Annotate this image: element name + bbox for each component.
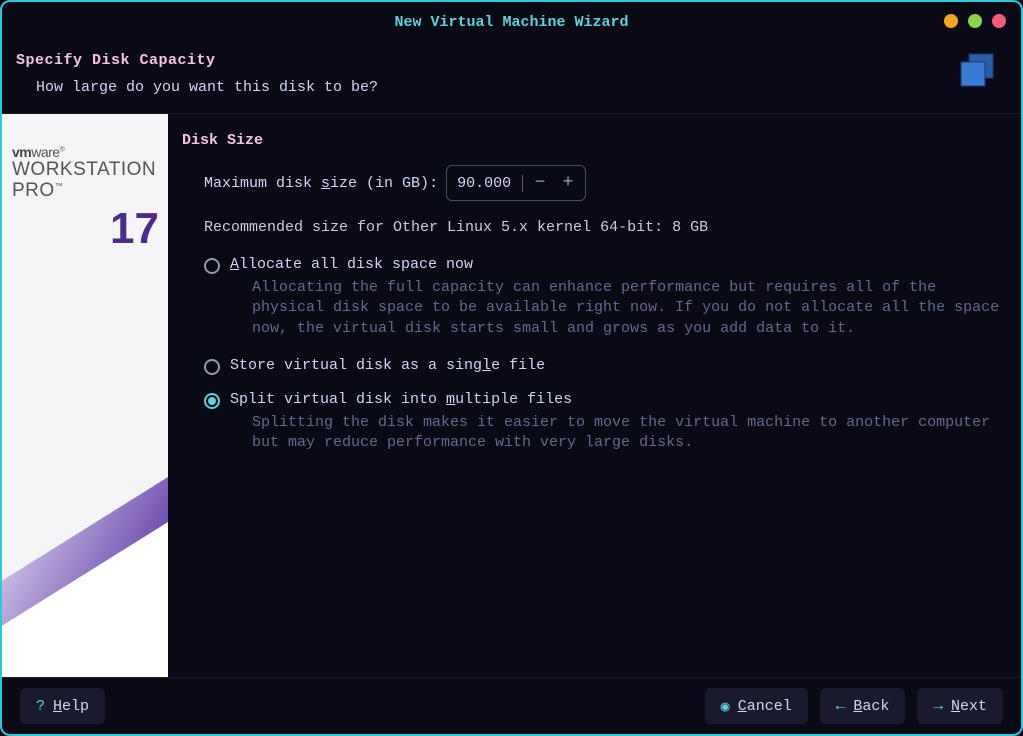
back-button[interactable]: ← Back [820, 688, 906, 724]
wizard-header: Specify Disk Capacity How large do you w… [2, 42, 1021, 113]
next-arrow-icon: → [933, 697, 943, 715]
radio-label: Split virtual disk into multiple files [230, 391, 572, 408]
cancel-label: Cancel [738, 698, 792, 715]
minimize-button[interactable] [944, 14, 958, 28]
radio-single-file[interactable]: Store virtual disk as a single file [204, 357, 1007, 375]
decrement-button[interactable]: − [529, 172, 551, 194]
disk-allocation-options: Allocate all disk space now Allocating t… [204, 256, 1007, 453]
wizard-body: vmware® WORKSTATION PRO™ 17 Disk Size Ma… [2, 113, 1021, 678]
brand-pro: PRO™ [12, 180, 168, 202]
back-arrow-icon: ← [836, 697, 846, 715]
disk-size-input[interactable] [457, 175, 523, 192]
radio-label: Store virtual disk as a single file [230, 357, 545, 374]
next-label: Next [951, 698, 987, 715]
help-icon: ? [36, 698, 45, 715]
next-button[interactable]: → Next [917, 688, 1003, 724]
help-button[interactable]: ? Help [20, 688, 105, 724]
brand-sidebar: vmware® WORKSTATION PRO™ 17 [2, 114, 168, 677]
recommended-size-hint: Recommended size for Other Linux 5.x ker… [204, 219, 1007, 236]
radio-split-files[interactable]: Split virtual disk into multiple files [204, 391, 1007, 409]
help-label: Help [53, 698, 89, 715]
cancel-button[interactable]: ◉ Cancel [705, 688, 808, 724]
radio-indicator [204, 258, 220, 274]
titlebar: New Virtual Machine Wizard [2, 2, 1021, 42]
disk-size-row: Maximum disk size (in GB): − + [204, 165, 1007, 201]
close-button[interactable] [992, 14, 1006, 28]
window-title: New Virtual Machine Wizard [394, 14, 628, 31]
page-subtitle: How large do you want this disk to be? [36, 79, 955, 96]
wizard-footer: ? Help ◉ Cancel ← Back → Next [2, 678, 1021, 734]
radio-label: Allocate all disk space now [230, 256, 473, 273]
radio-allocate-all-desc: Allocating the full capacity can enhance… [252, 278, 1007, 339]
page-title: Specify Disk Capacity [16, 52, 955, 69]
main-content: Disk Size Maximum disk size (in GB): − +… [168, 114, 1021, 677]
maximize-button[interactable] [968, 14, 982, 28]
brand-vmware: vmware® [12, 144, 168, 160]
radio-allocate-all[interactable]: Allocate all disk space now [204, 256, 1007, 274]
increment-button[interactable]: + [557, 172, 579, 194]
radio-indicator [204, 393, 220, 409]
window-controls [944, 14, 1006, 28]
back-label: Back [853, 698, 889, 715]
cancel-icon: ◉ [721, 697, 730, 716]
section-title: Disk Size [182, 132, 1007, 149]
disk-icon [955, 50, 999, 99]
radio-indicator [204, 359, 220, 375]
brand-workstation: WORKSTATION [12, 160, 168, 180]
disk-size-spinbox[interactable]: − + [446, 165, 586, 201]
radio-split-files-desc: Splitting the disk makes it easier to mo… [252, 413, 1007, 454]
brand-version: 17 [110, 204, 159, 254]
disk-size-label: Maximum disk size (in GB): [204, 175, 438, 192]
